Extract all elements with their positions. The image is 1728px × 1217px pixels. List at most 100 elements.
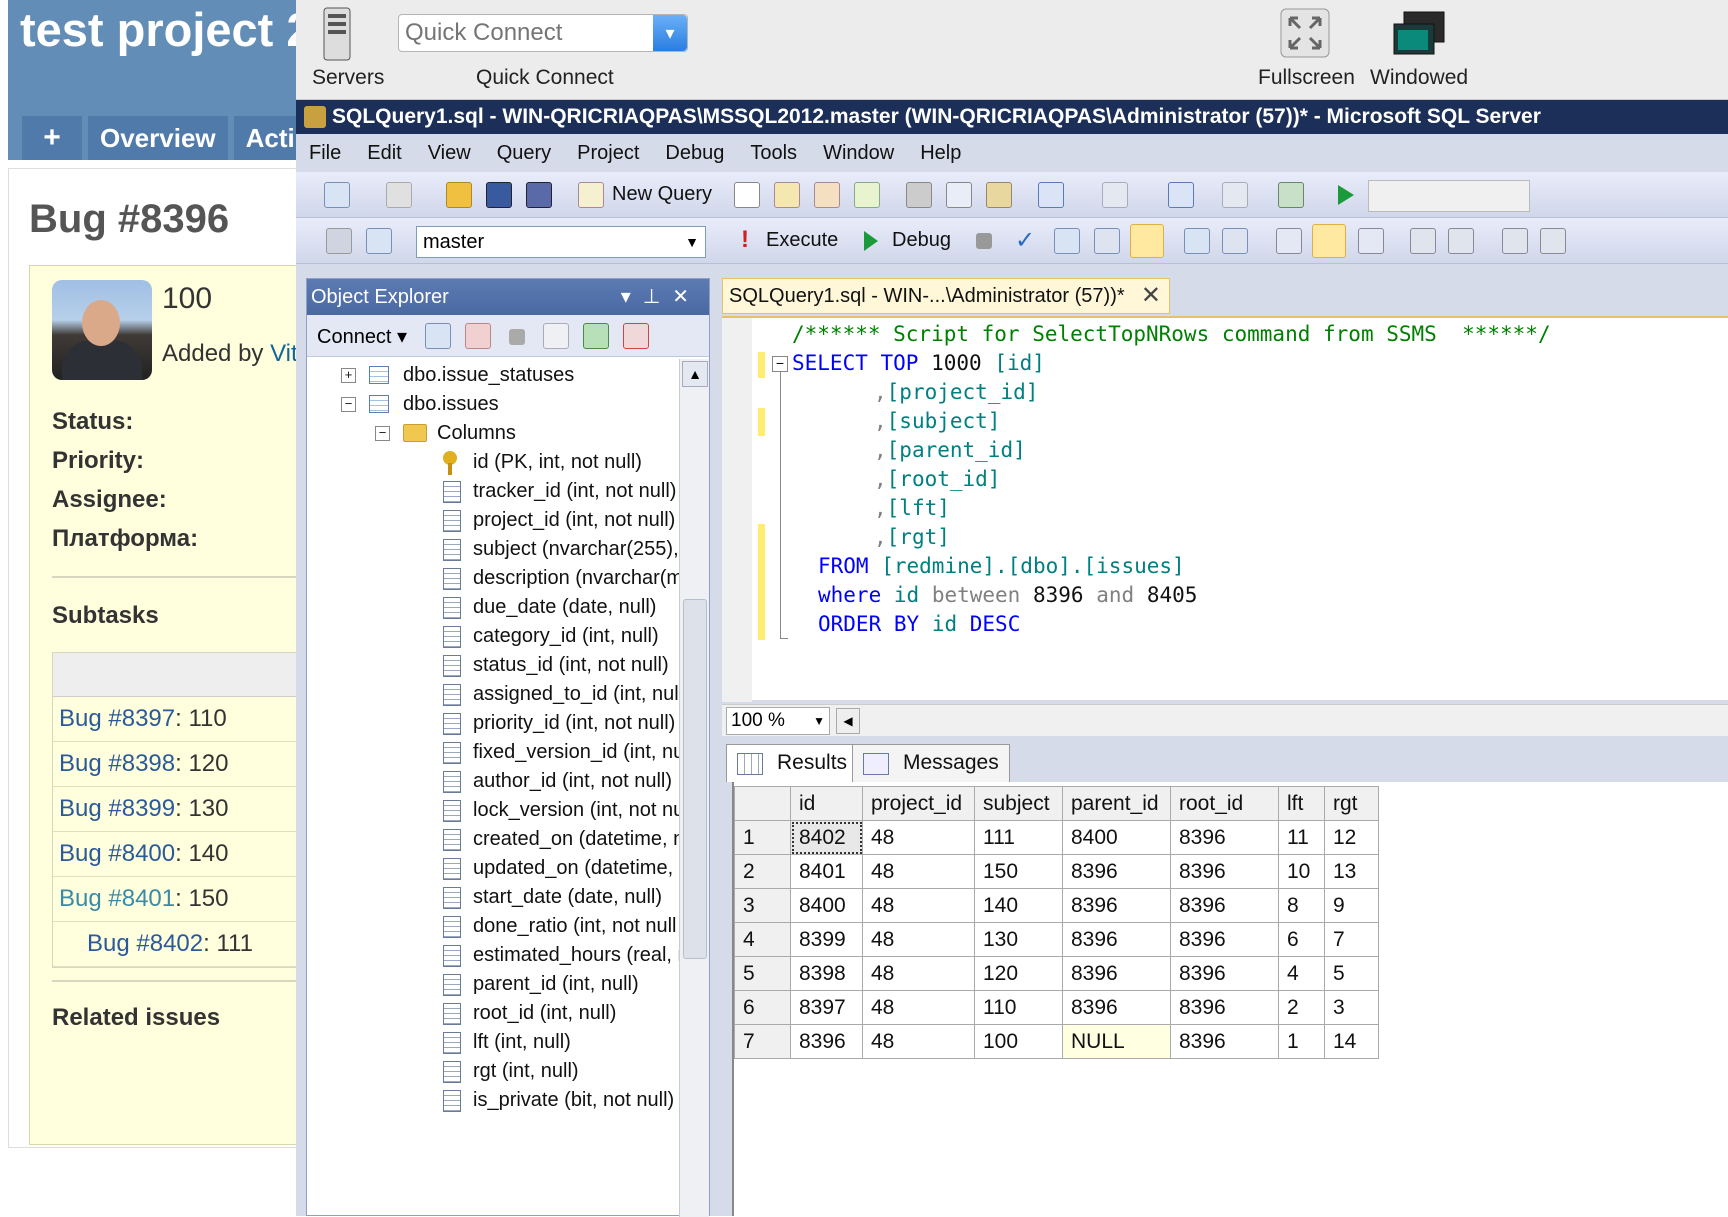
windowed-icon[interactable] xyxy=(1392,10,1446,56)
subtask-link[interactable]: Bug #8402 xyxy=(87,930,203,957)
tree-node[interactable]: created_on (datetime, n xyxy=(443,825,679,854)
quick-connect-input[interactable] xyxy=(399,15,653,51)
save-all-icon[interactable] xyxy=(526,182,552,208)
tree-node[interactable]: + dbo.issue_statuses xyxy=(341,361,574,390)
menu-debug[interactable]: Debug xyxy=(652,134,737,172)
subtask-link[interactable]: Bug #8399 xyxy=(59,795,175,822)
grid-column-header[interactable]: project_id xyxy=(862,786,975,821)
menu-project[interactable]: Project xyxy=(564,134,652,172)
results-to-text-icon[interactable] xyxy=(1130,224,1164,258)
save-icon[interactable] xyxy=(486,182,512,208)
results-grid[interactable]: id project_id subject parent_id root_id lft rg… xyxy=(734,786,1379,1059)
grid-cell[interactable]: 4 xyxy=(1278,956,1325,991)
menu-edit[interactable]: Edit xyxy=(354,134,414,172)
grid-column-header[interactable]: root_id xyxy=(1170,786,1279,821)
grid-cell[interactable]: 8402 xyxy=(790,820,863,855)
chevron-down-icon[interactable]: ▾ xyxy=(653,15,687,51)
connect-icon[interactable] xyxy=(326,228,352,254)
tab-results[interactable]: Results xyxy=(726,744,859,782)
tree-node[interactable]: assigned_to_id (int, nul xyxy=(443,680,679,709)
subtask-link[interactable]: Bug #8401 xyxy=(59,885,175,912)
query-designer-icon[interactable] xyxy=(1094,228,1120,254)
tree-node[interactable]: start_date (date, null) xyxy=(443,883,662,912)
scroll-left-icon[interactable]: ◀ xyxy=(836,708,860,734)
tree-node[interactable]: author_id (int, not null) xyxy=(443,767,672,796)
dropdown-icon[interactable]: ▾ xyxy=(621,286,643,308)
grid-cell[interactable]: 8400 xyxy=(790,888,863,923)
new-query-button[interactable]: New Query xyxy=(612,183,712,206)
execute-icon[interactable]: ! xyxy=(732,228,758,254)
close-icon[interactable]: ✕ xyxy=(672,286,701,308)
grid-cell[interactable]: 12 xyxy=(1324,820,1379,855)
navigate-forward-icon[interactable] xyxy=(1222,182,1248,208)
grid-cell[interactable]: 111 xyxy=(974,820,1063,855)
grid-corner[interactable] xyxy=(734,786,791,821)
results-to-grid-icon[interactable] xyxy=(1312,224,1346,258)
tree-node[interactable]: fixed_version_id (int, nu xyxy=(443,738,679,767)
grid-column-header[interactable]: id xyxy=(790,786,863,821)
grid-cell[interactable]: 3 xyxy=(1324,990,1379,1025)
comment-icon[interactable] xyxy=(1410,228,1436,254)
tree-node[interactable]: is_private (bit, not null) xyxy=(443,1086,674,1115)
tree-node[interactable]: due_date (date, null) xyxy=(443,593,656,622)
grid-cell[interactable]: 8396 xyxy=(1062,956,1171,991)
grid-cell[interactable]: 8396 xyxy=(1170,854,1279,889)
row-number[interactable]: 5 xyxy=(734,956,791,991)
tree-node[interactable]: subject (nvarchar(255), xyxy=(443,535,679,564)
tree-node[interactable]: parent_id (int, null) xyxy=(443,970,639,999)
subtask-link[interactable]: Bug #8398 xyxy=(59,750,175,777)
paste-icon[interactable] xyxy=(986,182,1012,208)
grid-cell[interactable]: 10 xyxy=(1278,854,1325,889)
copy-icon[interactable] xyxy=(946,182,972,208)
grid-cell[interactable]: 1 xyxy=(1278,1024,1325,1059)
live-query-stats-icon[interactable] xyxy=(1222,228,1248,254)
tab-new[interactable]: + xyxy=(22,116,82,160)
pin-icon[interactable]: ⊥ xyxy=(643,286,672,308)
new-project-icon[interactable] xyxy=(324,182,350,208)
grid-cell[interactable]: 8401 xyxy=(790,854,863,889)
navigate-backward-icon[interactable] xyxy=(1168,182,1194,208)
grid-cell[interactable]: 8396 xyxy=(1062,990,1171,1025)
display-estimated-plan-icon[interactable] xyxy=(1054,228,1080,254)
change-connection-icon[interactable] xyxy=(366,228,392,254)
menu-help[interactable]: Help xyxy=(907,134,974,172)
tree-node[interactable]: tracker_id (int, not null) xyxy=(443,477,676,506)
tree-node[interactable]: category_id (int, null) xyxy=(443,622,659,651)
row-number[interactable]: 4 xyxy=(734,922,791,957)
tree-node[interactable]: lft (int, null) xyxy=(443,1028,571,1057)
tree-node[interactable]: id (PK, int, not null) xyxy=(443,448,642,477)
grid-cell[interactable]: 48 xyxy=(862,990,975,1025)
collapse-toggle-icon[interactable]: − xyxy=(375,426,390,441)
uncomment-icon[interactable] xyxy=(1448,228,1474,254)
subtask-link[interactable]: Bug #8397 xyxy=(59,705,175,732)
dmx-query-icon[interactable] xyxy=(814,182,840,208)
servers-label[interactable]: Servers xyxy=(312,66,384,90)
editor-tab[interactable]: SQLQuery1.sql - WIN-...\Administrator (5… xyxy=(722,278,1170,314)
grid-cell[interactable]: 8396 xyxy=(1170,956,1279,991)
start-debug-icon[interactable] xyxy=(1332,182,1358,208)
tree-node[interactable]: root_id (int, null) xyxy=(443,999,616,1028)
grid-cell[interactable]: 140 xyxy=(974,888,1063,923)
xmla-query-icon[interactable] xyxy=(854,182,880,208)
grid-cell[interactable]: 48 xyxy=(862,820,975,855)
tree-node[interactable]: estimated_hours (real, r xyxy=(443,941,679,970)
row-number[interactable]: 7 xyxy=(734,1024,791,1059)
grid-cell[interactable]: NULL xyxy=(1062,1024,1171,1059)
grid-cell[interactable]: 8396 xyxy=(1170,888,1279,923)
open-file-icon[interactable] xyxy=(446,182,472,208)
include-actual-plan-icon[interactable] xyxy=(1184,228,1210,254)
results-to-file-icon[interactable] xyxy=(1358,228,1384,254)
grid-cell[interactable]: 9 xyxy=(1324,888,1379,923)
stop-icon[interactable] xyxy=(976,233,992,249)
grid-column-header[interactable]: parent_id xyxy=(1062,786,1171,821)
grid-cell[interactable]: 6 xyxy=(1278,922,1325,957)
row-number[interactable]: 3 xyxy=(734,888,791,923)
refresh-icon[interactable] xyxy=(583,323,609,349)
add-item-icon[interactable] xyxy=(386,182,412,208)
project-title[interactable]: test project 2 xyxy=(20,2,313,57)
grid-cell[interactable]: 7 xyxy=(1324,922,1379,957)
grid-cell[interactable]: 8396 xyxy=(1062,854,1171,889)
subtask-link[interactable]: Bug #8400 xyxy=(59,840,175,867)
grid-cell[interactable]: 14 xyxy=(1324,1024,1379,1059)
new-query-icon[interactable] xyxy=(578,182,604,208)
